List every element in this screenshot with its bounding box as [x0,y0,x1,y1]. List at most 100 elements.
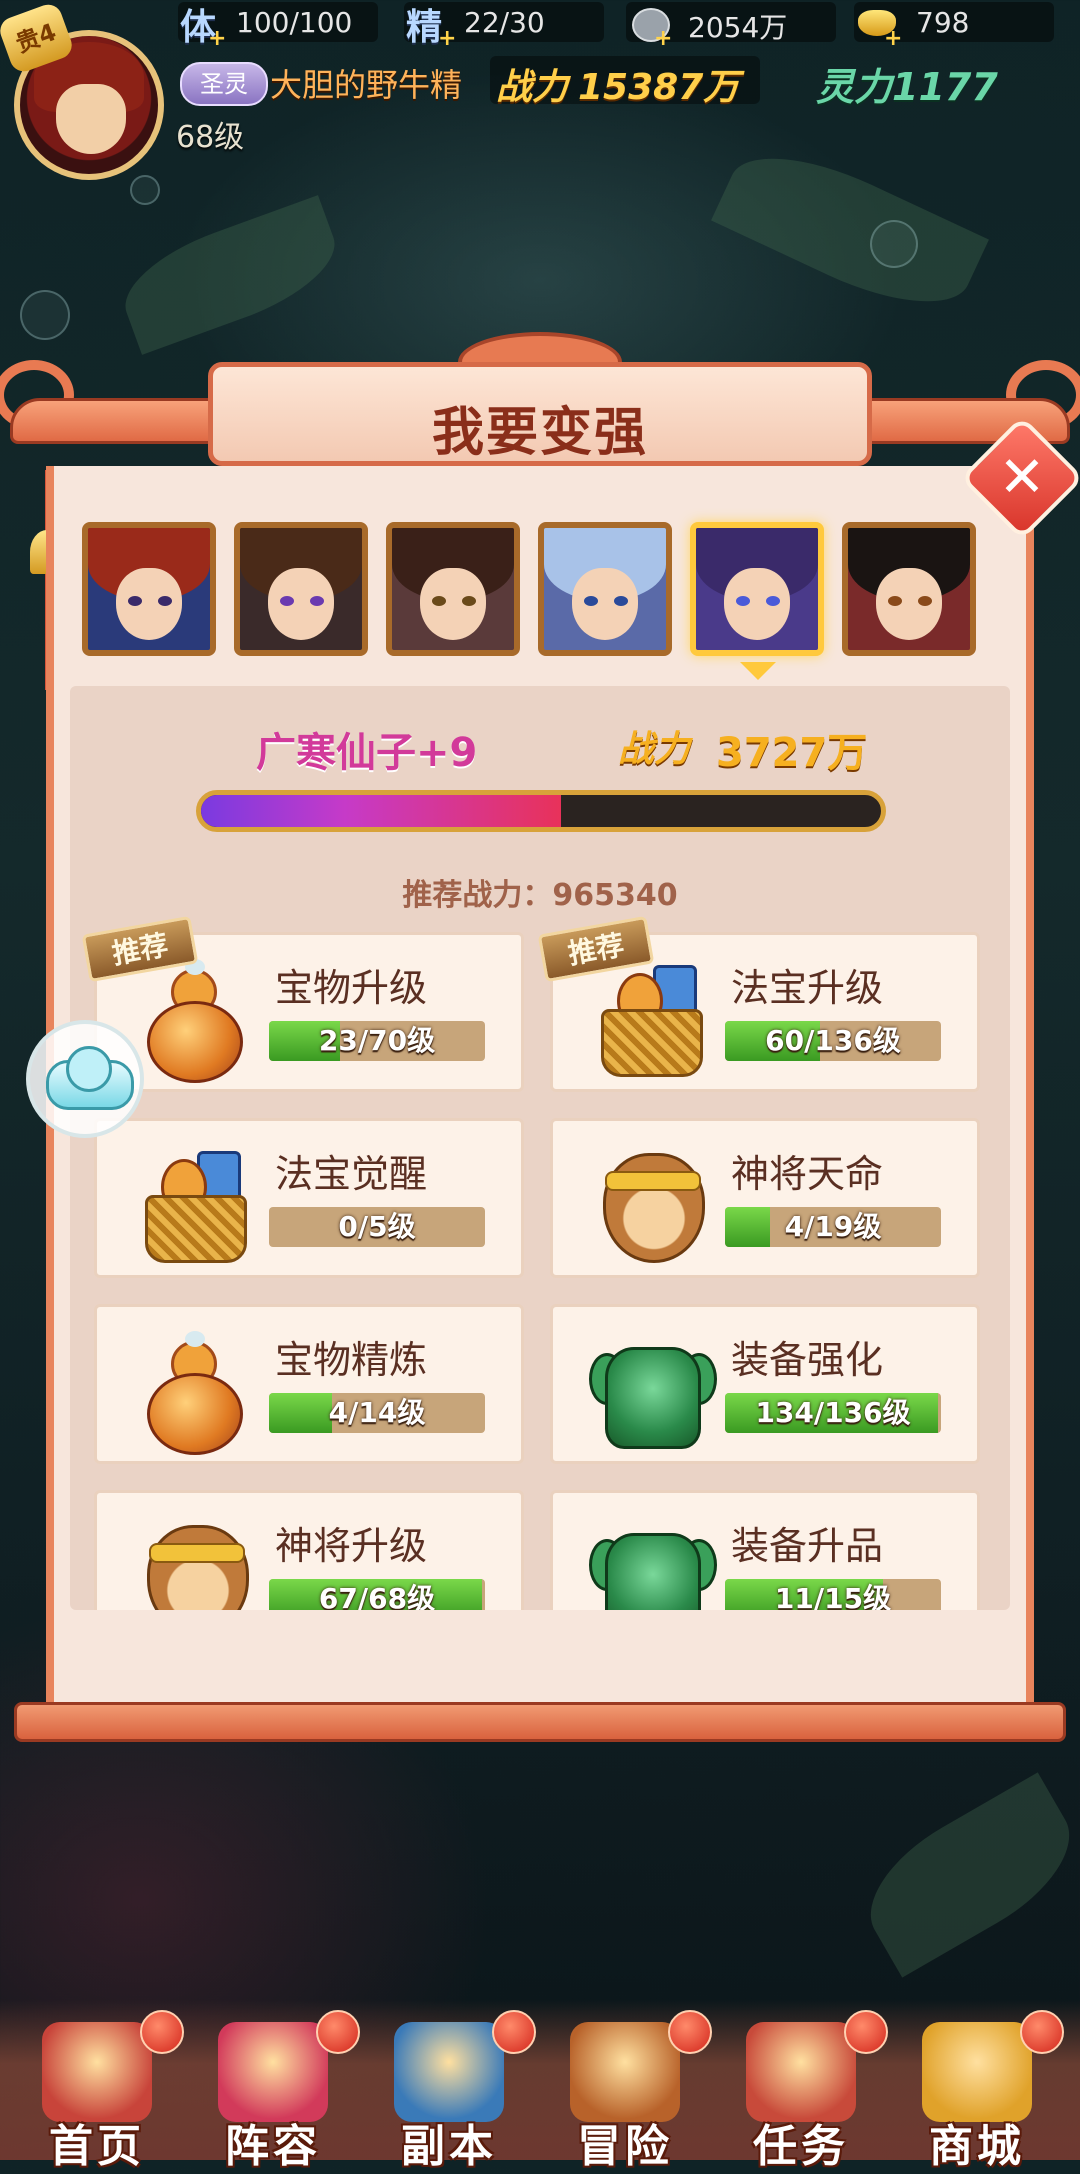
coins-value: 2054万 [688,11,788,44]
nav-item-quest[interactable]: 任务 [716,2010,888,2172]
coins-plus-icon[interactable]: + [654,26,672,51]
coins-resource[interactable]: + 2054万 [626,2,836,51]
upgrade-progress-text: 4/19级 [784,1210,882,1243]
gourd-icon [133,959,251,1083]
shop-icon [922,2022,1032,2122]
nav-item-adventure[interactable]: 冒险 [540,2010,712,2172]
notification-dot [140,2010,184,2054]
nav-item-home[interactable]: 首页 [12,2010,184,2172]
background-leaf [111,195,349,355]
nav-label: 首页 [49,2121,145,2172]
stamina-plus-icon[interactable]: + [208,26,226,51]
upgrade-title: 宝物升级 [275,966,428,1010]
upgrade-progress-bar: 67/68级 [269,1579,485,1610]
player-power-label: 战力 [496,67,569,108]
ingots-plus-icon[interactable]: + [884,26,902,51]
nav-label: 冒险 [577,2121,673,2172]
upgrade-title: 装备升品 [731,1524,884,1568]
upgrade-title: 神将升级 [275,1524,428,1568]
lineup-icon [218,2022,328,2122]
upgrade-progress-text: 4/14级 [328,1396,426,1429]
panel-base [14,1702,1066,1742]
hero-portrait-5[interactable] [690,522,824,656]
energy-resource[interactable]: 精 + 22/30 [404,2,604,51]
hero-selector [82,518,982,658]
upgrade-title: 宝物精炼 [275,1338,428,1382]
player-level: 68级 [176,120,245,155]
player-power-value: 15387万 [578,67,740,108]
upgrade-title: 法宝升级 [731,966,884,1010]
ingots-resource[interactable]: + 798 [854,2,1054,51]
armor-icon [589,1331,717,1449]
nav-item-dungeon[interactable]: 副本 [364,2010,536,2172]
upgrade-card[interactable]: 装备强化 134/136级 [550,1304,980,1464]
hero-portrait-4[interactable] [538,522,672,656]
hero-power-value: 3727万 [716,730,868,776]
close-icon: ✕ [998,445,1046,510]
title-badge: 圣灵 [180,62,268,106]
cloud-button[interactable] [26,1020,144,1138]
quest-icon [746,2022,856,2122]
upgrade-progress-bar: 4/19级 [725,1207,941,1247]
selected-hero-pointer [740,662,776,680]
upgrade-title: 装备强化 [731,1338,884,1382]
upgrade-card[interactable]: 神将天命 4/19级 [550,1118,980,1278]
spirit-power: 灵力1177 [816,65,998,109]
upgrade-progress-bar: 11/15级 [725,1579,941,1610]
player-avatar[interactable]: 贵4 [0,0,174,180]
stamina-resource[interactable]: 体 + 100/100 [178,2,378,51]
upgrade-progress-bar: 4/14级 [269,1393,485,1433]
notification-dot [668,2010,712,2054]
treasure-basket-icon [589,959,707,1077]
dungeon-icon [394,2022,504,2122]
hero-detail: 广寒仙子+9 战力 3727万 推荐战力：965340 宝物升级 23/70级 推荐… [70,686,1010,1610]
background-leaf [847,1772,1080,1978]
nav-label: 任务 [753,2121,849,2172]
stamina-value: 100/100 [236,6,353,39]
upgrade-card[interactable]: 法宝升级 60/136级 推荐 [537,915,980,1092]
upgrade-progress-text: 60/136级 [765,1024,901,1057]
upgrade-card[interactable]: 宝物精炼 4/14级 [94,1304,524,1464]
upgrade-progress-bar: 134/136级 [725,1393,941,1433]
nav-label: 副本 [401,2121,497,2172]
monkey-king-icon [133,1517,251,1610]
hero-portrait-6[interactable] [842,522,976,656]
upgrade-card[interactable]: 装备升品 11/15级 [550,1490,980,1610]
upgrade-progress-text: 134/136级 [755,1396,911,1429]
power-progress-bar [196,790,886,832]
recommended-power: 推荐战力：965340 [402,878,678,913]
nav-label: 阵容 [225,2121,321,2172]
hero-portrait-3[interactable] [386,522,520,656]
nav-item-lineup[interactable]: 阵容 [188,2010,360,2172]
player-name: 大胆的野牛精 [270,66,463,104]
upgrade-progress-bar: 60/136级 [725,1021,941,1061]
notification-dot [844,2010,888,2054]
energy-label: 精 [406,7,443,48]
adventure-icon [570,2022,680,2122]
upgrade-progress-text: 11/15级 [774,1582,892,1610]
bottom-nav: 首页 阵容 副本 冒险 任务 商城 [0,2000,1080,2172]
hero-power-label: 战力 [618,729,691,770]
nav-item-shop[interactable]: 商城 [892,2010,1064,2172]
upgrade-card[interactable]: 法宝觉醒 0/5级 [94,1118,524,1278]
monkey-king-icon [589,1145,707,1263]
background-leaf [711,129,989,331]
notification-dot [1020,2010,1064,2054]
upgrade-progress-text: 67/68级 [318,1582,436,1610]
notification-dot [492,2010,536,2054]
hero-portrait-2[interactable] [234,522,368,656]
energy-plus-icon[interactable]: + [438,26,456,51]
energy-value: 22/30 [464,6,545,39]
notification-dot [316,2010,360,2054]
hero-portrait-1[interactable] [82,522,216,656]
upgrade-progress-text: 0/5级 [338,1210,416,1243]
home-icon [42,2022,152,2122]
power-progress-fill [201,795,562,827]
treasure-basket-icon [133,1145,251,1263]
background-bubble [20,290,70,340]
upgrade-progress-text: 23/70级 [318,1024,436,1057]
gourd-icon [133,1331,251,1455]
upgrade-card[interactable]: 神将升级 67/68级 [94,1490,524,1610]
upgrade-title: 神将天命 [731,1152,884,1196]
upgrade-card[interactable]: 宝物升级 23/70级 推荐 [81,915,524,1092]
